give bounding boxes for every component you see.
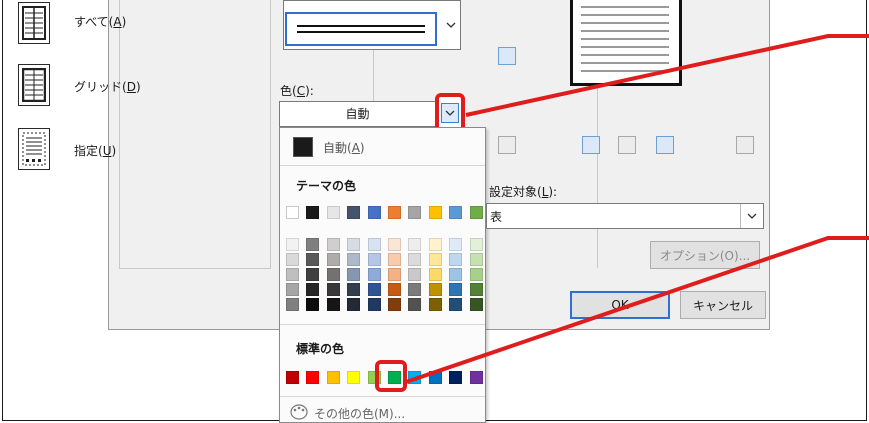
annotation-arrow-bottom (405, 236, 869, 384)
annotation-arrows (405, 34, 869, 384)
annotation-arrow-top (465, 34, 869, 117)
